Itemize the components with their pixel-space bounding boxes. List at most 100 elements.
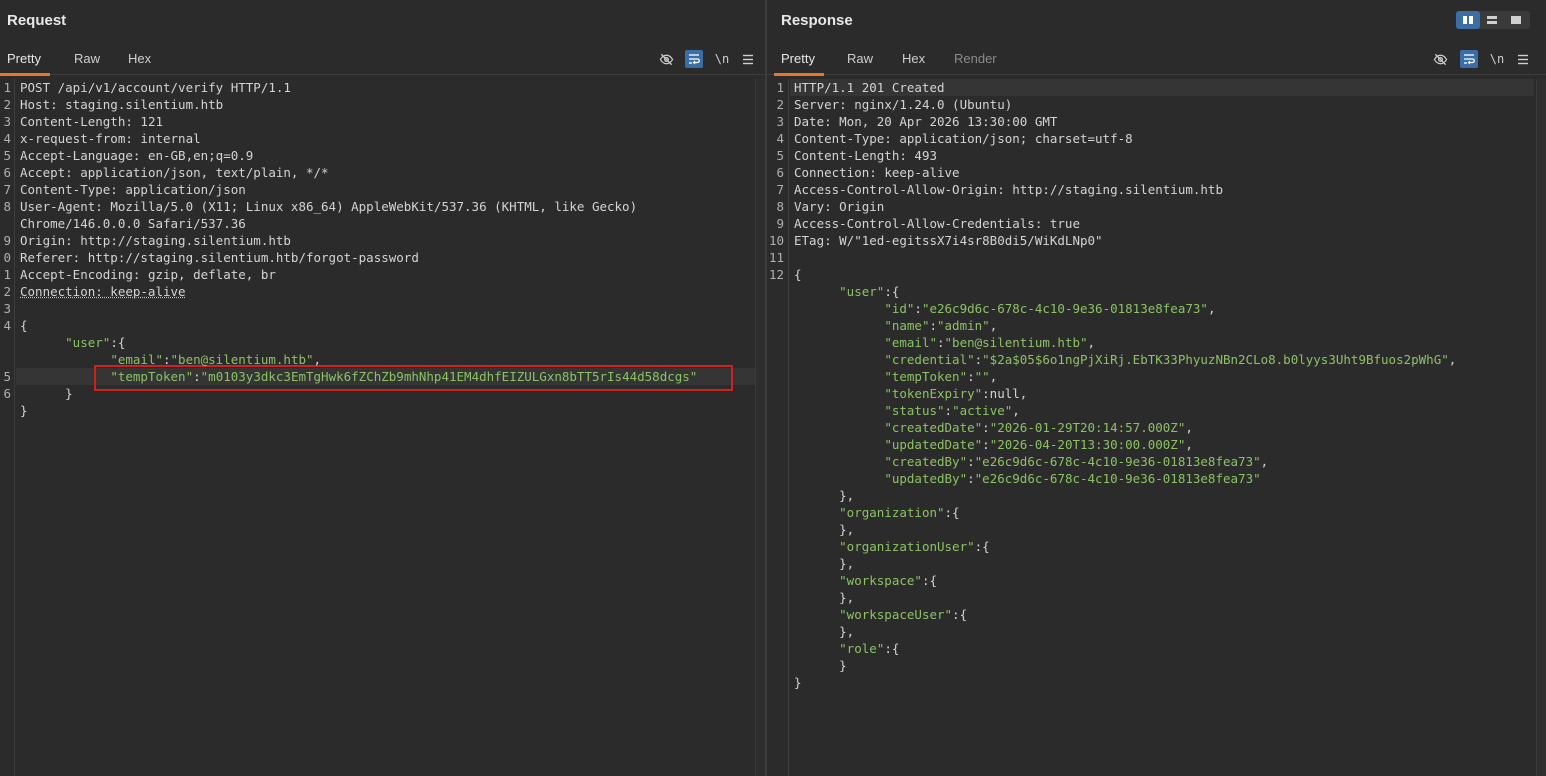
request-lines[interactable]: POST /api/v1/account/verify HTTP/1.1 Host… [16, 79, 755, 776]
code-line: "tempToken":"m0103y3dkc3EmTgHwk6fZChZb9m… [20, 368, 697, 385]
code-text: : [967, 454, 975, 469]
code-text: :{ [884, 641, 900, 656]
line-number: 2 [3, 284, 11, 299]
code-line: Access-Control-Allow-Origin: http://stag… [794, 181, 1223, 198]
code-text: : [193, 369, 201, 384]
line-number: 2 [776, 97, 784, 112]
newline-toggle-icon[interactable]: \n [1488, 50, 1506, 68]
code-line: "credential":"$2a$05$6o1ngPjXiRj.EbTK33P… [794, 351, 1456, 368]
code-line: { [794, 266, 802, 283]
response-tab-render[interactable]: Render [954, 43, 997, 75]
eye-off-icon[interactable] [1431, 50, 1449, 68]
code-text: : [967, 369, 975, 384]
json-key: "email" [884, 335, 937, 350]
request-editor[interactable]: 1 2 3 4 5 6 7 8 9 0 1 2 3 4 5 6 POST /api/v1/account/ve… [0, 79, 755, 776]
code-line: Host: staging.silentium.htb [20, 96, 223, 113]
hamburger-menu-icon[interactable] [739, 50, 757, 68]
code-text: :{ [110, 335, 126, 350]
code-text: 493 [914, 148, 937, 163]
code-text: Vary: [794, 199, 840, 214]
request-tab-raw[interactable]: Raw [74, 43, 100, 75]
request-gutter: 1 2 3 4 5 6 7 8 9 0 1 2 3 4 5 6 [0, 79, 15, 776]
word-wrap-icon[interactable] [1460, 50, 1478, 68]
code-line: }, [794, 521, 854, 538]
code-text: }, [794, 590, 855, 605]
line-number: 4 [3, 131, 11, 146]
code-text: { [20, 318, 28, 333]
line-number [767, 283, 784, 300]
code-text: Chrome/146.0.0.0 Safari/537.36 [20, 216, 246, 231]
code-line: }, [794, 555, 854, 572]
response-tabbar: Pretty Raw Hex Render [767, 43, 1546, 76]
response-tab-hex[interactable]: Hex [902, 43, 925, 75]
code-line: User-Agent: Mozilla/5.0 (X11; Linux x86_… [20, 198, 637, 215]
hamburger-menu-icon[interactable] [1514, 50, 1532, 68]
code-line: "status":"active", [794, 402, 1020, 419]
code-text: : [944, 403, 953, 418]
newline-toggle-icon[interactable]: \n [713, 50, 731, 68]
line-number [767, 453, 784, 470]
line-number [767, 368, 784, 385]
line-number [767, 657, 784, 674]
line-number: 8 [776, 199, 784, 214]
line-number: 5 [3, 369, 11, 384]
line-number [767, 606, 784, 623]
line-number: 5 [776, 148, 784, 163]
split-horizontal-icon[interactable] [1456, 11, 1480, 29]
code-text: :{ [921, 573, 938, 588]
line-number [767, 504, 784, 521]
request-tab-hex[interactable]: Hex [128, 43, 151, 75]
code-text: gzip, deflate, br [147, 267, 276, 282]
response-scrollbar[interactable] [1536, 79, 1546, 776]
code-line: Content-Type: application/json; charset=… [794, 130, 1133, 147]
split-vertical-icon[interactable] [1480, 11, 1504, 29]
code-line: } [794, 674, 802, 691]
code-line: Accept-Encoding: gzip, deflate, br [20, 266, 276, 283]
code-text: :null, [982, 386, 1028, 401]
eye-off-icon[interactable] [657, 50, 675, 68]
code-text: http://staging.silentium.htb [1012, 182, 1223, 197]
code-line: POST /api/v1/account/verify HTTP/1.1 [20, 79, 291, 96]
request-tab-pretty[interactable]: Pretty [0, 43, 50, 76]
code-text: , [313, 352, 322, 367]
code-line: Date: Mon, 20 Apr 2026 13:30:00 GMT [794, 113, 1057, 130]
json-key: "tempToken" [884, 369, 968, 384]
line-number [767, 538, 784, 555]
json-key: "createdDate" [884, 420, 983, 435]
code-text: http://staging.silentium.htb [80, 233, 291, 248]
code-text: POST /api/v1/account/verify HTTP/1.1 [20, 80, 291, 95]
line-number [0, 215, 11, 232]
request-scrollbar[interactable] [755, 79, 765, 776]
code-text: true [1049, 216, 1080, 231]
json-key: "id" [884, 301, 915, 316]
word-wrap-icon[interactable] [685, 50, 703, 68]
code-text: Content-Type: [20, 182, 126, 197]
code-line: "user":{ [794, 283, 899, 300]
response-pane: Response Pretty Raw Hex Render \n 123456… [767, 0, 1546, 776]
line-number: 3 [3, 114, 11, 129]
code-line: "role":{ [794, 640, 899, 657]
json-string: "2026-04-20T13:30:00.000Z" [989, 437, 1186, 452]
response-tab-pretty[interactable]: Pretty [774, 43, 824, 76]
line-number: 10 [768, 233, 784, 248]
response-editor[interactable]: 1 2 3 4 5 6 7 8 9 10 11 12 HTTP/1.1 201 Created Serv… [767, 79, 1534, 776]
line-number [0, 334, 11, 351]
code-line: Content-Length: 493 [794, 147, 937, 164]
response-tab-raw[interactable]: Raw [847, 43, 873, 75]
line-number [0, 402, 11, 419]
single-pane-icon[interactable] [1504, 11, 1528, 29]
code-line: Referer: http://staging.silentium.htb/fo… [20, 249, 419, 266]
code-line: "organization":{ [794, 504, 959, 521]
response-lines[interactable]: HTTP/1.1 201 Created Server: nginx/1.24.0… [790, 79, 1534, 776]
code-text: HTTP/1.1 201 Created [794, 80, 945, 95]
code-line: "workspaceUser":{ [794, 606, 967, 623]
code-line: Access-Control-Allow-Credentials: true [794, 215, 1080, 232]
